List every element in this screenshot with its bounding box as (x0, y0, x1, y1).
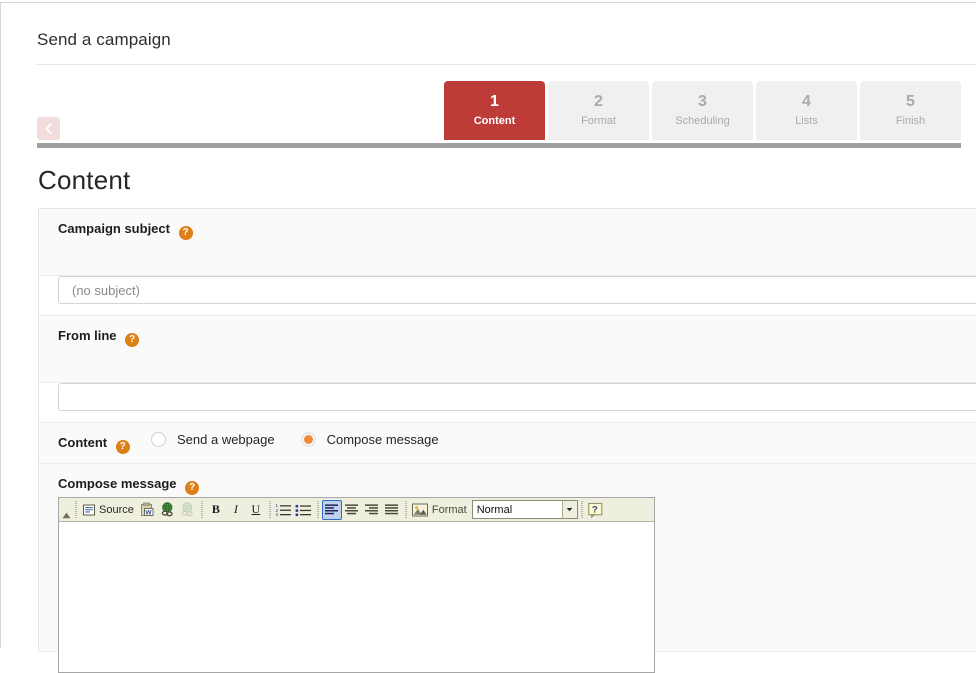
form-row-content-type: Content ? Send a webpage Compose message (39, 423, 976, 464)
align-justify-button[interactable] (382, 500, 402, 520)
italic-button[interactable]: I (226, 500, 246, 520)
campaign-content-form: Campaign subject ? From line ? Content ? (38, 208, 976, 673)
step-label: Lists (795, 115, 818, 127)
paste-from-word-button[interactable]: W (138, 500, 158, 520)
from-line-label: From line ? (58, 328, 140, 347)
align-justify-icon (384, 504, 398, 515)
bold-button[interactable]: B (206, 500, 226, 520)
form-row-campaign-subject-label: Campaign subject ? (39, 209, 976, 276)
radio-compose-message[interactable]: Compose message (300, 432, 439, 447)
back-button[interactable] (37, 117, 60, 140)
wizard-step-lists[interactable]: 4 Lists (756, 81, 857, 140)
help-icon-from-line[interactable]: ? (125, 333, 140, 347)
numbered-list-icon: 1 2 3 (276, 503, 292, 517)
align-center-button[interactable] (342, 500, 362, 520)
svg-text:W: W (146, 509, 153, 516)
wizard-step-format[interactable]: 2 Format (548, 81, 649, 140)
page-panel: Send a campaign 1 Content 2 Format 3 Sch… (0, 2, 976, 673)
align-left-button[interactable] (321, 499, 342, 520)
rich-text-editor: Source W B I U 1 2 3 Format Normal ? (58, 497, 655, 673)
toolbar-separator (403, 500, 408, 519)
step-label: Format (581, 115, 616, 127)
format-dropdown-label: Format (431, 503, 467, 516)
toolbar-separator (199, 500, 204, 519)
insert-image-icon (411, 503, 428, 516)
step-number: 1 (490, 93, 499, 110)
step-number: 5 (906, 93, 915, 110)
step-number: 4 (802, 93, 811, 110)
form-row-from-line-label: From line ? (39, 316, 976, 383)
step-number: 2 (594, 93, 603, 110)
unlink-icon (182, 502, 194, 517)
wizard-step-bar: 1 Content 2 Format 3 Scheduling 4 Lists … (37, 81, 976, 143)
bulleted-list-button[interactable] (294, 500, 314, 520)
svg-text:?: ? (592, 503, 598, 514)
help-icon-compose-message[interactable]: ? (185, 481, 200, 495)
numbered-list-button[interactable]: 1 2 3 (274, 500, 294, 520)
bold-icon: B (211, 502, 220, 516)
paste-from-word-icon: W (141, 502, 154, 516)
help-icon-content-type[interactable]: ? (115, 440, 130, 454)
link-icon (162, 502, 174, 517)
form-row-campaign-subject-input (39, 276, 976, 316)
page-title: Send a campaign (37, 30, 171, 49)
source-icon (83, 504, 95, 515)
step-label: Scheduling (675, 115, 730, 127)
campaign-subject-label: Campaign subject ? (58, 221, 193, 240)
editor-content-area[interactable] (59, 522, 654, 672)
format-dropdown[interactable]: Normal (471, 500, 578, 519)
align-left-icon (324, 504, 338, 515)
radio-send-a-webpage[interactable]: Send a webpage (151, 432, 275, 447)
form-row-compose-message: Compose message ? Source W B I U 1 2 3 F… (39, 464, 976, 673)
italic-icon: I (233, 502, 238, 516)
format-dropdown-value: Normal (476, 503, 513, 516)
radio-label: Send a webpage (177, 432, 275, 447)
radio-label: Compose message (326, 432, 439, 447)
about-editor-button[interactable]: ? (586, 500, 606, 520)
step-number: 3 (698, 93, 707, 110)
bulleted-list-icon (295, 504, 312, 517)
content-type-radio-group: Send a webpage Compose message (151, 432, 465, 447)
insert-image-button[interactable] (410, 500, 430, 520)
align-right-button[interactable] (362, 500, 382, 520)
unlink-button (178, 500, 198, 520)
underline-button[interactable]: U (246, 500, 266, 520)
content-type-label: Content ? (58, 435, 130, 454)
title-bar: Send a campaign (37, 21, 976, 65)
step-label: Finish (895, 115, 926, 127)
form-row-from-line-input (39, 383, 976, 423)
radio-dot (151, 432, 166, 447)
about-editor-icon: ? (588, 502, 603, 518)
underline-icon: U (251, 502, 261, 516)
help-icon-campaign-subject[interactable]: ? (178, 226, 193, 240)
chevron-left-icon (45, 123, 52, 134)
compose-message-label: Compose message ? (58, 476, 200, 495)
radio-dot (300, 432, 316, 447)
collapse-toolbar-icon[interactable] (61, 499, 72, 521)
wizard-step-scheduling[interactable]: 3 Scheduling (652, 81, 753, 140)
toolbar-separator (579, 500, 584, 519)
wizard-steps: 1 Content 2 Format 3 Scheduling 4 Lists … (444, 81, 961, 140)
editor-toolbar: Source W B I U 1 2 3 Format Normal ? (59, 498, 654, 522)
chevron-down-icon (561, 501, 577, 518)
source-button[interactable]: Source (80, 500, 138, 520)
align-right-icon (364, 504, 378, 515)
link-button[interactable] (158, 500, 178, 520)
toolbar-separator (74, 500, 78, 519)
step-label: Content (473, 115, 516, 127)
section-heading: Content (38, 165, 131, 195)
wizard-divider (37, 143, 961, 148)
source-button-label: Source (99, 503, 134, 516)
svg-text:3: 3 (276, 512, 279, 517)
campaign-subject-input[interactable] (58, 276, 976, 304)
toolbar-separator (315, 500, 320, 519)
align-center-icon (344, 504, 358, 515)
toolbar-separator (267, 500, 272, 519)
wizard-step-finish[interactable]: 5 Finish (860, 81, 961, 140)
from-line-input[interactable] (58, 383, 976, 411)
wizard-step-content[interactable]: 1 Content (444, 81, 545, 140)
